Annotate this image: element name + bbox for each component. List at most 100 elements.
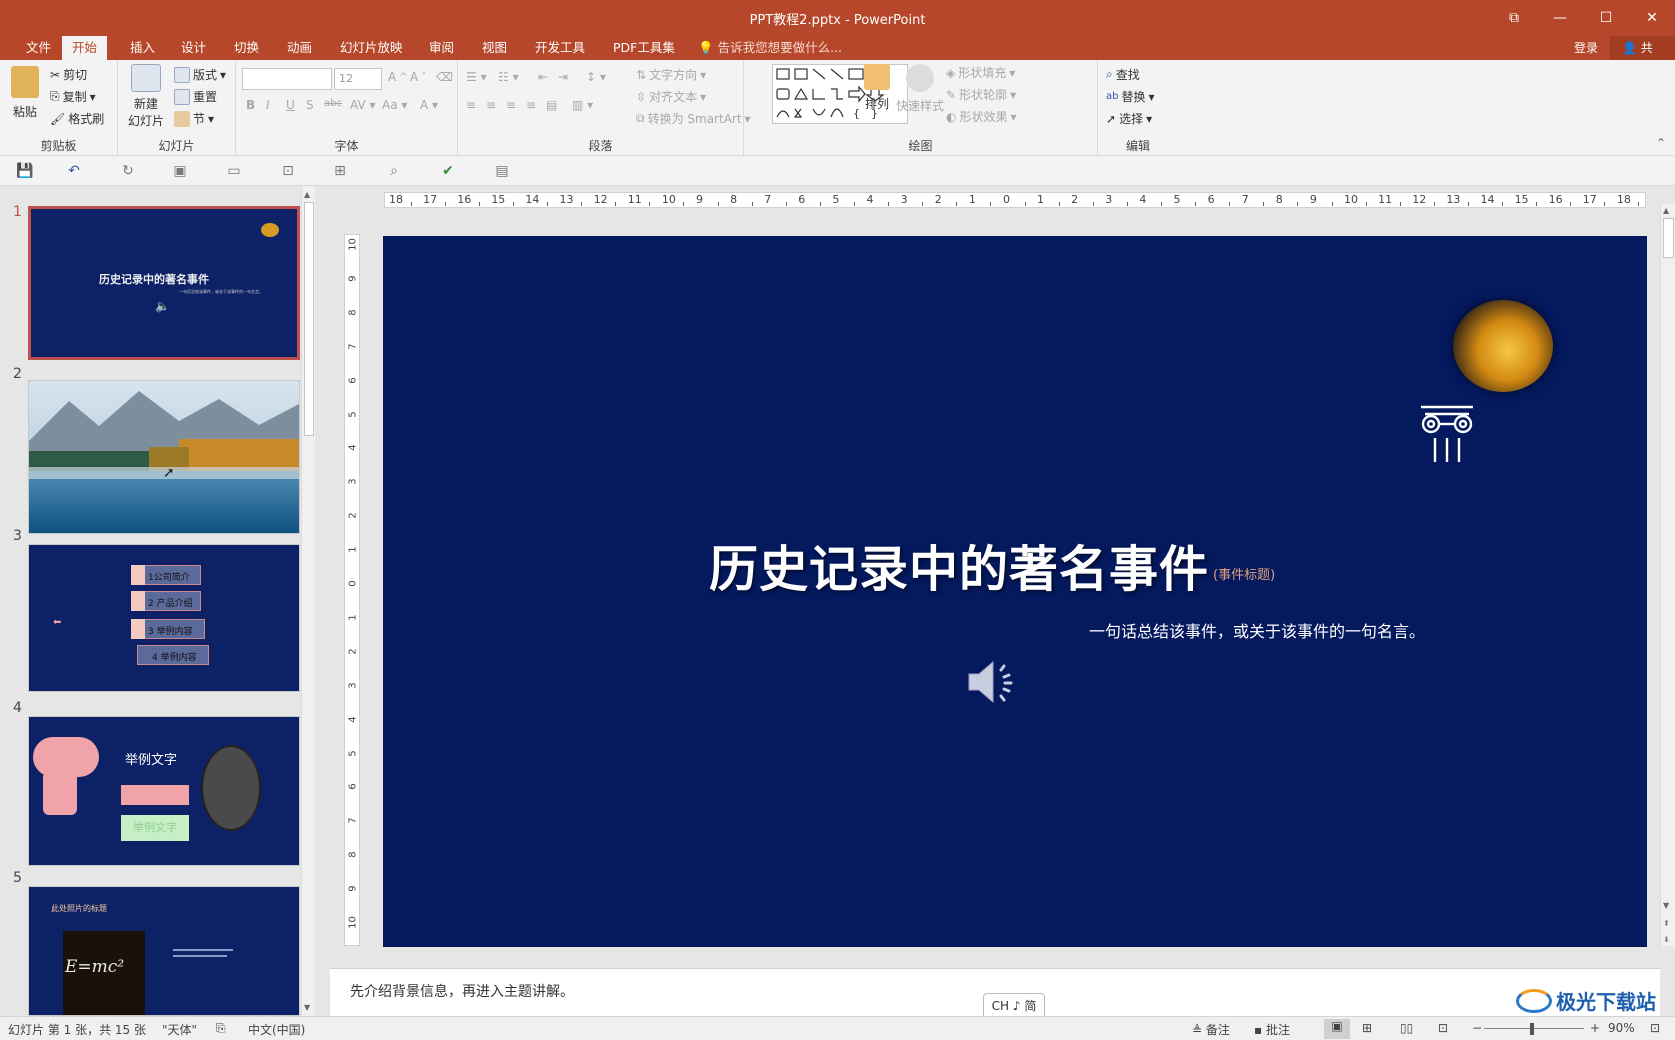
- collapse-ribbon-icon[interactable]: ⌃: [1656, 136, 1666, 150]
- tab-view[interactable]: 视图: [472, 36, 517, 60]
- slide-thumbnail-3[interactable]: 1公司简介 2 产品介绍 3 举例内容 4 举例内容 ⬅: [28, 544, 300, 692]
- tab-pdf-tools[interactable]: PDF工具集: [603, 36, 685, 60]
- bullets-button[interactable]: ☰ ▾: [466, 70, 487, 84]
- line-spacing-button[interactable]: ↕ ▾: [586, 70, 606, 84]
- tab-slideshow[interactable]: 幻灯片放映: [330, 36, 413, 60]
- zoom-slider[interactable]: [1484, 1028, 1584, 1029]
- select-button[interactable]: ➚ 选择 ▾: [1106, 110, 1152, 127]
- tab-animations[interactable]: 动画: [277, 36, 322, 60]
- document-icon[interactable]: ▤: [494, 163, 510, 179]
- quick-styles-button[interactable]: 快速样式: [896, 64, 944, 114]
- clear-format-icon[interactable]: ⌫: [436, 70, 453, 84]
- presenter-icon[interactable]: ⊞: [332, 163, 348, 179]
- thumbnail-scrollbar[interactable]: ▲ ▼: [301, 186, 315, 1016]
- slide-thumbnail-4[interactable]: 举例文字 举例文字: [28, 716, 300, 866]
- language[interactable]: 中文(中国): [248, 1021, 305, 1038]
- check-icon[interactable]: ✔: [440, 163, 456, 179]
- slide-thumbnail-1[interactable]: 历史记录中的著名事件 一句话总结该事件，或关于该事件的一句名言。 🔈: [28, 206, 300, 360]
- grow-font-button[interactable]: A ^: [388, 70, 408, 84]
- cut-button[interactable]: ✂ 剪切: [50, 66, 87, 83]
- slide-scrollbar[interactable]: ▲ ▼ ⇞ ⇟: [1660, 204, 1675, 946]
- copy-button[interactable]: ⎘ 复制 ▾: [50, 88, 96, 105]
- scroll-down-icon[interactable]: ▼: [1663, 901, 1669, 910]
- scroll-up-icon[interactable]: ▲: [304, 190, 310, 199]
- reading-view-icon[interactable]: ▯▯: [1400, 1021, 1413, 1035]
- print-preview-icon[interactable]: ⌕: [386, 163, 402, 179]
- slide-subtitle[interactable]: 一句话总结该事件，或关于该事件的一句名言。: [1089, 618, 1425, 642]
- zoom-out-button[interactable]: −: [1472, 1021, 1482, 1035]
- zoom-slider-thumb[interactable]: [1530, 1023, 1534, 1035]
- new-slide-qat-icon[interactable]: ▣: [172, 163, 188, 179]
- redo-icon[interactable]: ↻: [120, 163, 136, 179]
- save-icon[interactable]: 💾: [16, 163, 33, 179]
- align-text-button[interactable]: ⇳ 对齐文本 ▾: [636, 88, 706, 105]
- slide-canvas[interactable]: 历史记录中的著名事件 (事件标题) 一句话总结该事件，或关于该事件的一句名言。: [383, 236, 1647, 947]
- spell-check-icon[interactable]: ⎘: [216, 1021, 226, 1036]
- change-case-button[interactable]: Aa ▾: [382, 98, 407, 112]
- italic-button[interactable]: I: [266, 98, 270, 112]
- comments-toggle-button[interactable]: ▪ 批注: [1254, 1021, 1290, 1038]
- shape-fill-button[interactable]: ◈ 形状填充 ▾: [946, 64, 1015, 81]
- maximize-button[interactable]: ☐: [1583, 0, 1629, 36]
- slide-sorter-icon[interactable]: ⊞: [1362, 1021, 1372, 1035]
- shape-outline-button[interactable]: ✎ 形状轮廓 ▾: [946, 86, 1016, 103]
- next-slide-icon[interactable]: ⇟: [1663, 935, 1670, 944]
- zoom-level[interactable]: 90%: [1608, 1021, 1635, 1035]
- tab-home[interactable]: 开始: [62, 36, 108, 60]
- scroll-up-icon[interactable]: ▲: [1663, 206, 1669, 215]
- normal-view-icon[interactable]: ▣: [1324, 1019, 1350, 1039]
- shape-effects-button[interactable]: ◐ 形状效果 ▾: [946, 108, 1017, 125]
- numbering-button[interactable]: ☷ ▾: [498, 70, 519, 84]
- paste-button[interactable]: 粘贴: [8, 66, 42, 120]
- columns-button[interactable]: ▥ ▾: [572, 98, 593, 112]
- convert-smartart-button[interactable]: ⧉ 转换为 SmartArt ▾: [636, 110, 751, 127]
- tab-transitions[interactable]: 切换: [224, 36, 269, 60]
- tab-review[interactable]: 审阅: [419, 36, 464, 60]
- tab-design[interactable]: 设计: [171, 36, 216, 60]
- autumn-leaf-image[interactable]: [1453, 300, 1553, 392]
- distributed-button[interactable]: ▤: [546, 98, 557, 112]
- decrease-indent-button[interactable]: ⇤: [538, 70, 548, 84]
- format-painter-button[interactable]: 🖌 格式刷: [50, 110, 104, 127]
- shrink-font-button[interactable]: Aˇ: [410, 70, 426, 84]
- speaker-audio-icon[interactable]: [965, 656, 1021, 708]
- increase-indent-button[interactable]: ⇥: [558, 70, 568, 84]
- minimize-button[interactable]: —: [1537, 0, 1583, 36]
- scroll-down-icon[interactable]: ▼: [304, 1003, 310, 1012]
- close-button[interactable]: ✕: [1629, 0, 1675, 36]
- align-left-button[interactable]: ≡: [466, 98, 476, 112]
- textbox-icon[interactable]: ▭: [226, 163, 242, 179]
- align-center-button[interactable]: ≡: [486, 98, 496, 112]
- slide-title-tag[interactable]: (事件标题): [1213, 564, 1275, 583]
- slide-thumbnail-5[interactable]: 此处照片的标题 E=mc²: [28, 886, 300, 1016]
- font-size-combo[interactable]: 12: [334, 68, 382, 90]
- notes-toggle-button[interactable]: ≜ 备注: [1192, 1021, 1230, 1038]
- section-button[interactable]: 节 ▾: [174, 110, 214, 127]
- align-right-button[interactable]: ≡: [506, 98, 516, 112]
- slide-thumbnail-2[interactable]: ➚: [28, 380, 300, 534]
- font-name-combo[interactable]: [242, 68, 332, 90]
- restore-ribbon-icon[interactable]: ⧉: [1491, 0, 1537, 36]
- arrange-button[interactable]: 排列: [864, 64, 890, 112]
- tab-developer[interactable]: 开发工具: [525, 36, 595, 60]
- slide-title[interactable]: 历史记录中的著名事件: [709, 530, 1209, 601]
- underline-button[interactable]: U: [286, 98, 295, 112]
- login-link[interactable]: 登录: [1574, 36, 1598, 60]
- replace-button[interactable]: ab 替换 ▾: [1106, 88, 1155, 105]
- undo-icon[interactable]: ↶: [66, 163, 82, 179]
- justify-button[interactable]: ≡: [526, 98, 536, 112]
- zoom-in-button[interactable]: +: [1590, 1021, 1600, 1035]
- new-slide-button[interactable]: 新建 幻灯片: [122, 64, 170, 128]
- scrollbar-thumb[interactable]: [1663, 218, 1674, 258]
- scrollbar-thumb[interactable]: [304, 202, 314, 436]
- find-button[interactable]: ⌕ 查找: [1106, 66, 1140, 83]
- bold-button[interactable]: B: [246, 98, 255, 112]
- tab-insert[interactable]: 插入: [120, 36, 165, 60]
- font-color-button[interactable]: A ▾: [420, 98, 438, 112]
- shadow-button[interactable]: S: [306, 98, 314, 112]
- tell-me-search[interactable]: 💡 告诉我您想要做什么...: [698, 36, 842, 60]
- prev-slide-icon[interactable]: ⇞: [1663, 919, 1670, 928]
- strikethrough-button[interactable]: abc: [324, 98, 342, 109]
- share-button[interactable]: 👤 共享: [1610, 36, 1675, 79]
- slideshow-view-icon[interactable]: ⊡: [1438, 1021, 1448, 1035]
